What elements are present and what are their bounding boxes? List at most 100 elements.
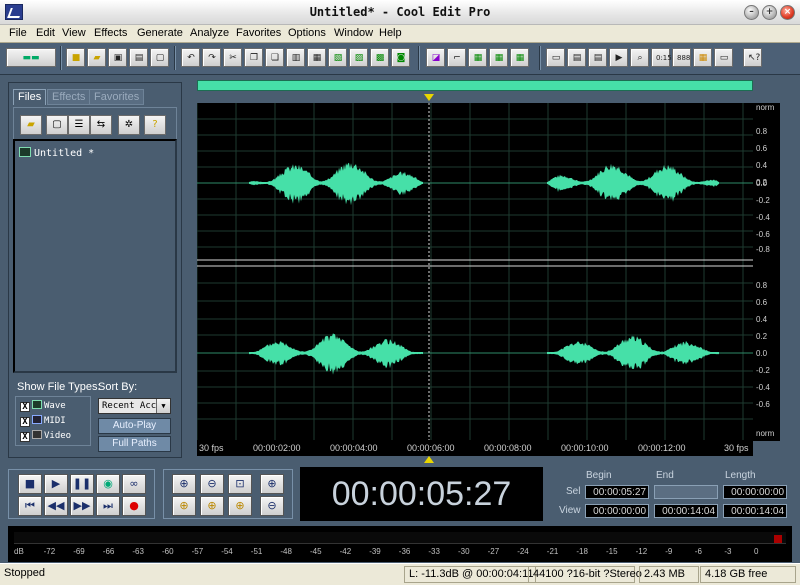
- zoom-in-button[interactable]: ⊕: [172, 474, 196, 494]
- copy-new-button[interactable]: ❏: [265, 48, 284, 67]
- meter-label: dB: [14, 547, 24, 556]
- meter-label: -12: [635, 547, 648, 556]
- minimize-button[interactable]: –: [744, 5, 759, 20]
- video-checkbox[interactable]: X: [20, 432, 30, 442]
- time-display[interactable]: 00:00:05:27: [300, 467, 543, 521]
- level-toolbar-button[interactable]: ▦: [693, 48, 712, 67]
- info-button[interactable]: ▤: [588, 48, 607, 67]
- sort-by-select[interactable]: Recent Acc ▼: [98, 398, 171, 414]
- paste-button[interactable]: ▥: [286, 48, 305, 67]
- copy-button[interactable]: ❐: [244, 48, 263, 67]
- zoom-right-button[interactable]: ⊕: [228, 496, 252, 516]
- mix-paste-button[interactable]: ▧: [328, 48, 347, 67]
- close-button[interactable]: ×: [780, 5, 795, 20]
- import-button[interactable]: ▢: [46, 115, 68, 135]
- fast-forward-button[interactable]: ▶▶: [70, 496, 94, 516]
- zoom-out-vertical-button[interactable]: ⊖: [260, 496, 284, 516]
- sel-begin-field[interactable]: 00:00:05:27: [585, 485, 649, 499]
- go-to-start-button[interactable]: ⏮: [18, 496, 42, 516]
- play-to-end-button[interactable]: ◉: [96, 474, 120, 494]
- trim-button[interactable]: ▨: [349, 48, 368, 67]
- tab-files[interactable]: Files: [13, 89, 47, 105]
- view-length-field[interactable]: 00:00:14:04: [723, 504, 787, 518]
- menu-file[interactable]: File: [9, 27, 27, 39]
- menu-window[interactable]: Window: [334, 27, 373, 39]
- go-to-end-button[interactable]: ⏭: [96, 496, 120, 516]
- play-toolbar-button[interactable]: ▶: [609, 48, 628, 67]
- bpm-toolbar-button[interactable]: 888: [672, 48, 691, 67]
- type-midi-row[interactable]: X MIDI: [20, 415, 66, 429]
- redo-button[interactable]: ↷: [202, 48, 221, 67]
- time-ruler[interactable]: 30 fps 00:00:02:00 00:00:04:00 00:00:06:…: [197, 440, 753, 456]
- channel1-clip2-waveform: [547, 163, 719, 202]
- sel-end-field[interactable]: [654, 485, 718, 499]
- type-wave-row[interactable]: X Wave: [20, 400, 66, 414]
- menu-favorites[interactable]: Favorites: [236, 27, 281, 39]
- zoom-out-button[interactable]: ⊖: [200, 474, 224, 494]
- view-end-field[interactable]: 00:00:14:04: [654, 504, 718, 518]
- paste-new-button[interactable]: ▦: [307, 48, 326, 67]
- clip-indicator[interactable]: [774, 535, 782, 543]
- clip-button[interactable]: ◙: [391, 48, 410, 67]
- zoom-full-button[interactable]: ⊡: [228, 474, 252, 494]
- menu-analyze[interactable]: Analyze: [190, 27, 229, 39]
- view-begin-field[interactable]: 00:00:00:00: [585, 504, 649, 518]
- midi-checkbox[interactable]: X: [20, 417, 30, 427]
- waveform-view-button[interactable]: ▦: [468, 48, 487, 67]
- auto-play-button[interactable]: Auto-Play: [98, 418, 171, 434]
- full-paths-button[interactable]: Full Paths: [98, 436, 171, 452]
- loop-button[interactable]: ∞: [122, 474, 146, 494]
- menu-effects[interactable]: Effects: [94, 27, 127, 39]
- save-button[interactable]: ▣: [108, 48, 127, 67]
- help-button[interactable]: ?: [144, 115, 166, 135]
- list-item[interactable]: Untitled *: [19, 147, 94, 159]
- close-file-button[interactable]: ▢: [150, 48, 169, 67]
- insert-multitrack-button[interactable]: ✲: [118, 115, 140, 135]
- crop-button[interactable]: ▩: [370, 48, 389, 67]
- zoom-in-vertical-button[interactable]: ⊕: [260, 474, 284, 494]
- overview-bar[interactable]: [197, 80, 753, 91]
- spectral-pitch-icon: ⌐: [453, 53, 461, 63]
- open-file-button[interactable]: ▰: [87, 48, 106, 67]
- close-files-button[interactable]: ☰: [68, 115, 90, 135]
- time-toolbar-button[interactable]: 0:15: [651, 48, 672, 67]
- undo-button[interactable]: ↶: [181, 48, 200, 67]
- menu-options[interactable]: Options: [288, 27, 326, 39]
- spectral-view2-button[interactable]: ▦: [489, 48, 508, 67]
- type-video-row[interactable]: X Video: [20, 430, 71, 444]
- record-button[interactable]: ●: [122, 496, 146, 516]
- toggle-toolbar-button[interactable]: ▭: [546, 48, 565, 67]
- menu-help[interactable]: Help: [379, 27, 402, 39]
- playhead-top-marker[interactable]: [424, 94, 434, 101]
- menu-edit[interactable]: Edit: [36, 27, 55, 39]
- stop-button[interactable]: ■: [18, 474, 42, 494]
- rewind-button[interactable]: ◀◀: [44, 496, 68, 516]
- play-button[interactable]: ▶: [44, 474, 68, 494]
- wave-checkbox[interactable]: X: [20, 402, 30, 412]
- sel-length-field[interactable]: 00:00:00:00: [723, 485, 787, 499]
- tab-effects[interactable]: Effects: [47, 89, 91, 105]
- zoom-left-button[interactable]: ⊕: [200, 496, 224, 516]
- menu-generate[interactable]: Generate: [137, 27, 183, 39]
- help-pointer-button[interactable]: ↖?: [743, 48, 762, 67]
- pan-view-button[interactable]: ▦: [510, 48, 529, 67]
- open-file-panel-button[interactable]: ▰: [20, 115, 42, 135]
- tab-favorites[interactable]: Favorites: [89, 89, 145, 105]
- organizer-button[interactable]: ▤: [567, 48, 586, 67]
- multitrack-toggle-button[interactable]: ▬▬: [6, 48, 56, 67]
- status-toolbar-button[interactable]: ▭: [714, 48, 733, 67]
- menu-view[interactable]: View: [62, 27, 86, 39]
- save-all-button[interactable]: ▤: [129, 48, 148, 67]
- zoom-to-selection-button[interactable]: ⊕: [172, 496, 196, 516]
- spectral-view-button[interactable]: ◪: [426, 48, 445, 67]
- new-file-button[interactable]: ■: [66, 48, 85, 67]
- cut-button[interactable]: ✂: [223, 48, 242, 67]
- zoom-toolbar-button[interactable]: ⌕: [630, 48, 649, 67]
- playhead-bottom-marker[interactable]: [424, 456, 434, 463]
- pause-button[interactable]: ❚❚: [70, 474, 94, 494]
- scale-tick: -0.8: [756, 245, 770, 254]
- maximize-button[interactable]: +: [762, 5, 777, 20]
- spectral-pitch-button[interactable]: ⌐: [447, 48, 466, 67]
- edit-file-button[interactable]: ⇆: [90, 115, 112, 135]
- waveform-display[interactable]: [196, 103, 753, 441]
